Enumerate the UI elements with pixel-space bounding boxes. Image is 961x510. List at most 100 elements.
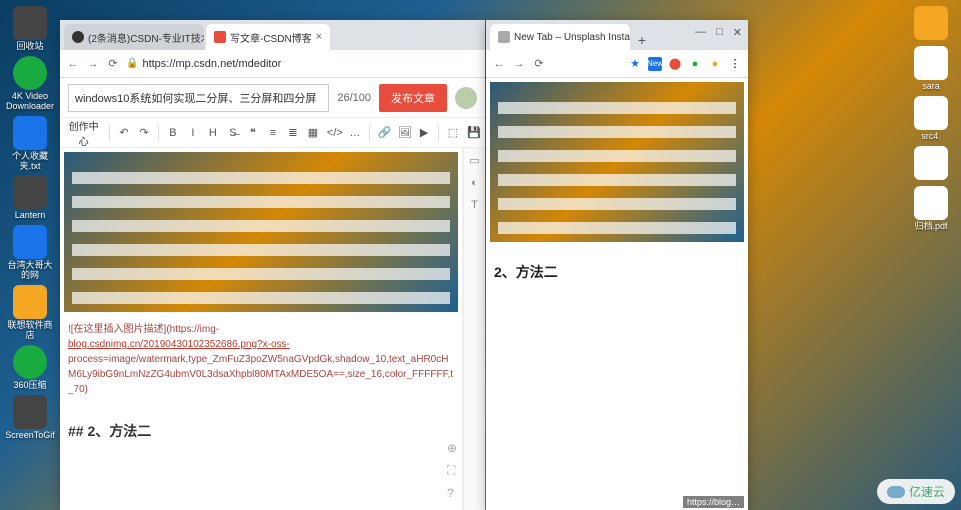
desktop-icon[interactable]: [905, 146, 957, 182]
table-button[interactable]: ▦: [307, 126, 319, 139]
desktop-icon[interactable]: 个人收藏夹.txt: [4, 116, 56, 172]
creative-center-link[interactable]: 创作中心: [66, 118, 101, 148]
desktop-icon[interactable]: 360压缩: [4, 345, 56, 391]
char-count: 26/100: [337, 92, 371, 104]
preview-pane: 2、方法二: [486, 78, 748, 510]
desktop-icon-label: 回收站: [16, 42, 43, 52]
reload-button[interactable]: ⟳: [106, 57, 120, 70]
back-button[interactable]: ←: [492, 58, 506, 70]
new-tab-button[interactable]: +: [632, 30, 652, 50]
close-window-button[interactable]: ✕: [733, 26, 742, 39]
editor-body: ![在这里插入图片描述](https://img- blog.csdnimg.c…: [60, 148, 485, 510]
bookmark-star-icon[interactable]: ★: [628, 57, 642, 71]
publish-button[interactable]: 发布文章: [379, 84, 447, 112]
favicon-csdn: [214, 31, 226, 43]
desktop-icon[interactable]: 归档.pdf: [905, 186, 957, 232]
preview-h2: 2、方法二: [490, 258, 744, 286]
desktop-icon-image: [13, 285, 47, 319]
extension-icon-1[interactable]: ⬤: [668, 57, 682, 71]
tab-csdn-home[interactable]: (2条消息)CSDN-专业IT技术社区 ×: [64, 24, 204, 50]
quote-button[interactable]: ❝: [247, 126, 259, 139]
desktop-icon[interactable]: 台湾大哥大的网: [4, 225, 56, 281]
desktop-icon[interactable]: [905, 6, 957, 42]
link-button[interactable]: 🔗: [378, 126, 390, 139]
tab-unsplash[interactable]: New Tab – Unsplash Instant ×: [490, 24, 630, 50]
markdown-pane[interactable]: ![在这里插入图片描述](https://img- blog.csdnimg.c…: [60, 148, 463, 510]
desktop-icon-label: Lantern: [15, 211, 46, 221]
bold-button[interactable]: B: [167, 127, 179, 139]
forward-button[interactable]: →: [86, 58, 100, 70]
markdown-h2[interactable]: ## 2、方法二: [64, 417, 458, 445]
heading-button[interactable]: H: [207, 127, 219, 139]
zoom-in-icon[interactable]: ⊕: [447, 441, 457, 455]
extension-icon-2[interactable]: ●: [688, 57, 702, 71]
menu-icon[interactable]: ⋮: [728, 57, 742, 71]
desktop-icon-image: [13, 175, 47, 209]
desktop-icon[interactable]: ScreenToGif: [4, 395, 56, 441]
address-icons: ★ New ⬤ ● ● ⋮: [628, 57, 742, 71]
desktop-icon-image: [13, 56, 47, 90]
back-button[interactable]: ←: [66, 58, 80, 70]
undo-button[interactable]: ↶: [118, 126, 130, 139]
article-title-input[interactable]: [68, 84, 329, 112]
minimize-button[interactable]: —: [695, 26, 706, 39]
desktop-icon[interactable]: 回收站: [4, 6, 56, 52]
maximize-button[interactable]: □: [716, 26, 723, 39]
desktop-icon-label: 联想软件商店: [4, 321, 56, 341]
desktop-icon[interactable]: sara: [905, 46, 957, 92]
close-tab-icon[interactable]: ×: [316, 31, 322, 43]
more-button[interactable]: …: [349, 127, 361, 139]
side-toolbar: ▭ ◐ T: [463, 148, 485, 510]
desktop-icon-image: [914, 186, 948, 220]
side-tool-3[interactable]: T: [471, 199, 478, 211]
address-input[interactable]: 🔒 https://mp.csdn.net/mdeditor: [126, 58, 479, 70]
strike-button[interactable]: S̶: [227, 127, 239, 139]
code-button[interactable]: </>: [327, 127, 341, 139]
save-button[interactable]: 💾: [467, 126, 479, 139]
tab-csdn-editor[interactable]: 写文章-CSDN博客 ×: [206, 24, 330, 50]
video-button[interactable]: ▶: [418, 126, 430, 139]
desktop-icon-image: [914, 146, 948, 180]
desktop-icon-label: 台湾大哥大的网: [4, 261, 56, 281]
fullscreen-icon[interactable]: ⛶: [447, 463, 457, 478]
desktop-icon[interactable]: Lantern: [4, 175, 56, 221]
editor-header: 26/100 发布文章: [60, 78, 485, 118]
desktop-icon-image: [13, 6, 47, 40]
tab-label: (2条消息)CSDN-专业IT技术社区: [88, 30, 204, 45]
image-button[interactable]: 🖼: [398, 126, 410, 139]
chrome-window-right: — □ ✕ New Tab – Unsplash Instant × + ← →…: [486, 20, 748, 510]
side-tool-1[interactable]: ▭: [469, 154, 479, 167]
status-url-tip: https://blog…: [683, 496, 744, 508]
editor-toolbar: 创作中心 ↶ ↷ B I H S̶ ❝ ≡ ≣ ▦ </> … 🔗 🖼 ▶ ⬚ …: [60, 118, 485, 148]
address-bar: ← → ⟳ ★ New ⬤ ● ● ⋮: [486, 50, 748, 78]
desktop-icon[interactable]: 4K Video Downloader: [4, 56, 56, 112]
watermark-logo-icon: [887, 486, 905, 498]
avatar[interactable]: [455, 87, 477, 109]
bottom-tools: ⊕ ⛶ ?: [447, 441, 457, 500]
ul-button[interactable]: ≡: [267, 127, 279, 139]
screenshot-thumbnail-2: [490, 82, 744, 242]
redo-button[interactable]: ↷: [138, 126, 150, 139]
favicon-generic: [498, 31, 510, 43]
desktop-icon-image: [13, 345, 47, 379]
forward-button[interactable]: →: [512, 58, 526, 70]
help-icon[interactable]: ?: [447, 486, 457, 500]
url-text: https://mp.csdn.net/mdeditor: [142, 58, 281, 70]
tab-label: 写文章-CSDN博客: [230, 30, 312, 45]
lock-icon: 🔒: [126, 58, 138, 69]
reload-button[interactable]: ⟳: [532, 57, 546, 70]
extension-icon-3[interactable]: ●: [708, 57, 722, 71]
desktop-icon-label: ScreenToGif: [5, 431, 55, 441]
desktop-icon-label: 4K Video Downloader: [4, 92, 56, 112]
side-tool-2[interactable]: ◐: [471, 177, 478, 189]
desktop-icon-image: [13, 225, 47, 259]
screenshot-thumbnail-1: [64, 152, 458, 312]
ol-button[interactable]: ≣: [287, 126, 299, 139]
markdown-source[interactable]: ![在这里插入图片描述](https://img- blog.csdnimg.c…: [64, 318, 458, 401]
tab-label: New Tab – Unsplash Instant: [514, 32, 630, 43]
italic-button[interactable]: I: [187, 127, 199, 139]
tab-bar: (2条消息)CSDN-专业IT技术社区 × 写文章-CSDN博客 ×: [60, 20, 485, 50]
desktop-icon[interactable]: src4.: [905, 96, 957, 142]
layout-button[interactable]: ⬚: [447, 126, 459, 139]
desktop-icon[interactable]: 联想软件商店: [4, 285, 56, 341]
